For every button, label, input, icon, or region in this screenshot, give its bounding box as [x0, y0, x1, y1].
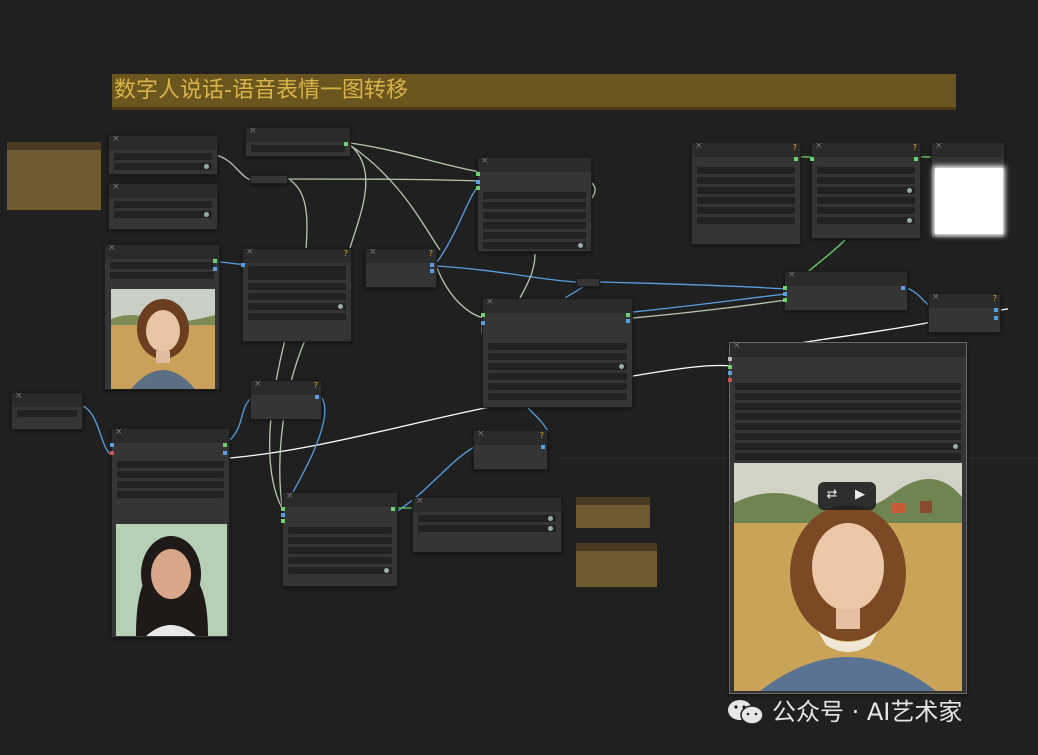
- wire: [349, 142, 481, 173]
- node-face-detect[interactable]: [281, 491, 398, 587]
- group-title[interactable]: 数字人说话-语音表情一图转移: [112, 74, 956, 110]
- node-mask-preview[interactable]: [931, 141, 1005, 238]
- wire: [215, 154, 253, 181]
- swap-icon[interactable]: ⇄: [824, 487, 840, 503]
- node-converter[interactable]: ?: [365, 247, 437, 288]
- node-sampler[interactable]: [476, 156, 592, 252]
- wire: [799, 321, 933, 344]
- note-node[interactable]: [576, 543, 657, 587]
- watermark-text: 公众号 · AI艺术家: [772, 698, 963, 726]
- video-controls[interactable]: ⇄ ▶: [818, 482, 876, 510]
- wire: [527, 407, 549, 433]
- node-config[interactable]: [245, 126, 351, 157]
- node-settings[interactable]: [412, 496, 562, 553]
- wire: [268, 339, 286, 513]
- wire: [632, 364, 733, 377]
- source-portrait-image: [111, 289, 215, 389]
- node-reroute[interactable]: [576, 278, 600, 287]
- wire: [519, 253, 536, 299]
- wire: [285, 178, 481, 182]
- wire: [229, 397, 253, 441]
- node-image-ops[interactable]: ?: [810, 141, 921, 239]
- node-load-image[interactable]: [104, 243, 220, 390]
- wire: [436, 185, 481, 263]
- node-load-reference[interactable]: [110, 427, 230, 638]
- workflow-canvas[interactable]: 数字人说话-语音表情一图转移 × × × × × × × ? × ? × ? ×…: [0, 0, 1038, 755]
- wire: [436, 267, 485, 319]
- note-node[interactable]: [576, 497, 650, 528]
- node-audio-loader[interactable]: ?: [250, 379, 322, 420]
- wire: [599, 281, 787, 290]
- node-processor[interactable]: ?: [241, 247, 352, 342]
- node-load-model[interactable]: [108, 134, 218, 175]
- wire: [349, 144, 441, 251]
- wire: [999, 308, 1009, 311]
- wechat-icon: [726, 697, 766, 727]
- video-play-icon[interactable]: ▶: [852, 487, 868, 503]
- watermark: 公众号 · AI艺术家: [726, 696, 962, 728]
- mask-preview-image: [935, 168, 1003, 234]
- node-output-select[interactable]: ?: [928, 292, 1001, 333]
- wire: [349, 144, 367, 249]
- node-combine[interactable]: [783, 270, 908, 311]
- wire: [807, 239, 846, 273]
- wire: [632, 299, 787, 319]
- node-input[interactable]: [11, 391, 83, 430]
- note-node[interactable]: [7, 142, 101, 210]
- node-loader[interactable]: [108, 182, 218, 230]
- node-reroute[interactable]: [250, 175, 288, 184]
- node-main-process[interactable]: [481, 297, 633, 408]
- node-small[interactable]: ?: [473, 429, 548, 470]
- node-video-combine[interactable]: [728, 341, 967, 694]
- node-options[interactable]: ?: [691, 141, 801, 245]
- wire: [632, 293, 787, 313]
- wire: [79, 404, 113, 456]
- wire: [436, 265, 577, 283]
- reference-portrait-image: [116, 524, 227, 636]
